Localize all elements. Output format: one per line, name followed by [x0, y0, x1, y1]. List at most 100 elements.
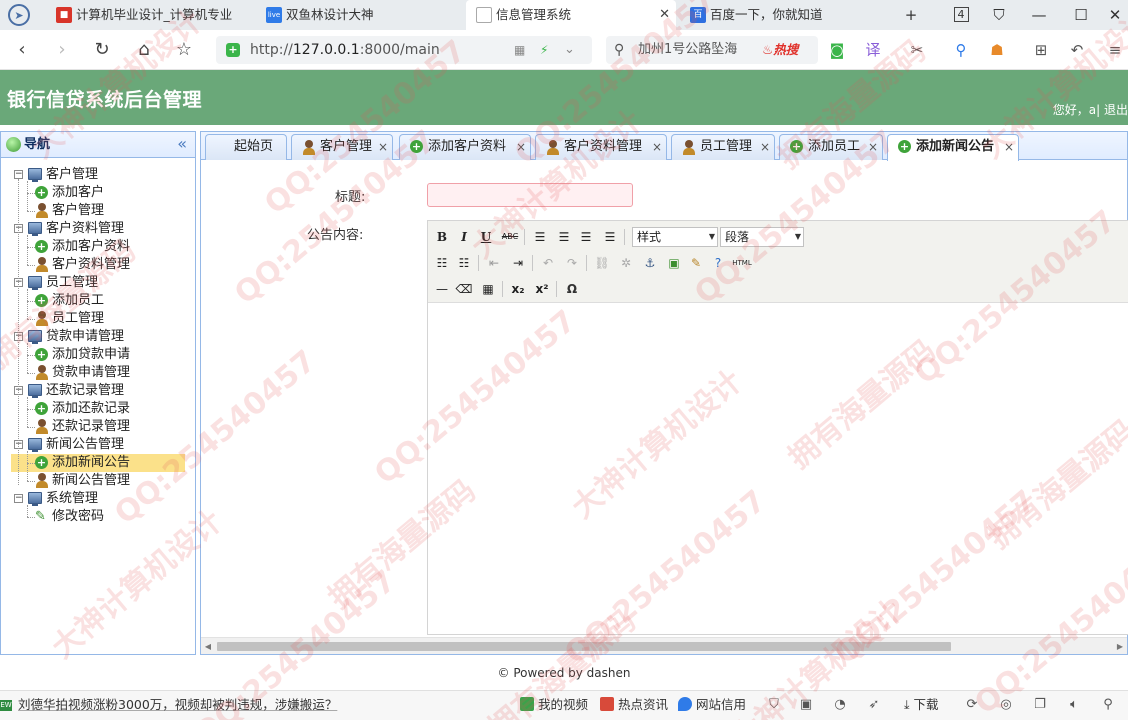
qr-icon[interactable]: ▦ — [514, 36, 525, 64]
nav-group-0[interactable]: − 客户管理 — [1, 166, 195, 184]
news-ticker[interactable]: 刘德华拍视频涨粉3000万，视频却被判违规，涉嫌搬运？ — [18, 691, 337, 719]
nav-item[interactable]: + 添加新闻公告 — [11, 454, 185, 472]
my-video-item[interactable]: 我的视频 — [520, 691, 588, 719]
nav-item[interactable]: + 添加客户 — [11, 184, 185, 202]
tab-add-customer-info[interactable]: + 添加客户资料 × — [399, 134, 531, 160]
nav-item[interactable]: + 添加还款记录 — [11, 400, 185, 418]
image-icon[interactable]: ▣ — [664, 253, 684, 273]
hot-search-badge[interactable]: ♨热搜 — [762, 36, 798, 64]
paragraph-select[interactable]: 段落 ▼ — [720, 227, 804, 247]
new-tab-icon[interactable]: + — [896, 0, 926, 30]
chevron-down-icon[interactable]: ⌄ — [564, 36, 575, 64]
tab-employee-manage[interactable]: 员工管理 × — [671, 134, 775, 160]
browser-logo-icon[interactable]: ➤ — [8, 4, 30, 26]
collapse-icon[interactable]: « — [177, 132, 187, 156]
browser-icon[interactable]: ◎ — [996, 691, 1016, 719]
speed-icon[interactable]: ◔ — [830, 691, 850, 719]
nav-item[interactable]: 新闻公告管理 — [11, 472, 185, 490]
nav-item[interactable]: 还款记录管理 — [11, 418, 185, 436]
align-center-icon[interactable]: ☰ — [554, 227, 574, 247]
skin-icon[interactable]: ⛉ — [984, 0, 1014, 30]
game-icon[interactable]: ☗ — [986, 39, 1008, 61]
unlink-icon[interactable]: ✲ — [616, 253, 636, 273]
title-input[interactable] — [427, 183, 633, 207]
indent-icon[interactable]: ⇥ — [508, 253, 528, 273]
tab-close-icon[interactable]: × — [378, 135, 388, 159]
image-icon[interactable]: ▣ — [796, 691, 816, 719]
window-close-icon[interactable]: ✕ — [1100, 0, 1128, 30]
user-greeting[interactable]: 您好，a| 退出 — [1053, 101, 1128, 118]
italic-icon[interactable]: I — [454, 227, 474, 247]
numbered-list-icon[interactable]: ☷ — [454, 253, 474, 273]
apps-grid-icon[interactable]: ⊞ — [1030, 39, 1052, 61]
outdent-icon[interactable]: ⇤ — [484, 253, 504, 273]
strikethrough-icon[interactable]: ABC — [500, 227, 520, 247]
tab-close-icon[interactable]: × — [868, 135, 878, 159]
html-source-icon[interactable]: HTML — [730, 253, 754, 273]
align-justify-icon[interactable]: ☰ — [600, 227, 620, 247]
volume-icon[interactable]: 🔈︎ — [1064, 691, 1084, 719]
align-right-icon[interactable]: ☰ — [576, 227, 596, 247]
scroll-right-icon[interactable]: ▶ — [1113, 638, 1127, 655]
cleanup-icon[interactable]: ✎ — [686, 253, 706, 273]
nav-item[interactable]: 客户资料管理 — [11, 256, 185, 274]
link-icon[interactable]: ⛓ — [592, 253, 612, 273]
nav-item[interactable]: 贷款申请管理 — [11, 364, 185, 382]
zoom-icon[interactable]: ⚲ — [1098, 691, 1118, 719]
tab-close-icon[interactable]: × — [760, 135, 770, 159]
tab-customer-info-manage[interactable]: 客户资料管理 × — [535, 134, 667, 160]
lightning-icon[interactable]: ⚡ — [540, 36, 548, 64]
collapse-toggle-icon[interactable]: − — [14, 170, 23, 179]
scissors-icon[interactable]: ✂ — [906, 39, 928, 61]
horizontal-scrollbar[interactable]: ◀ ▶ — [201, 637, 1127, 654]
refresh-icon[interactable]: ↻ — [90, 38, 114, 62]
star-icon[interactable]: ☆ — [172, 38, 196, 62]
window-icon[interactable]: ❐ — [1030, 691, 1050, 719]
subscript-icon[interactable]: x₂ — [508, 279, 528, 299]
anchor-icon[interactable]: ⚓ — [640, 253, 660, 273]
nav-item[interactable]: + 添加贷款申请 — [11, 346, 185, 364]
scroll-left-icon[interactable]: ◀ — [201, 638, 215, 655]
superscript-icon[interactable]: x² — [532, 279, 552, 299]
tab-close-icon[interactable]: × — [1004, 135, 1014, 159]
download-item[interactable]: ⤓ 下载 — [904, 691, 939, 719]
redo-icon[interactable]: ↷ — [562, 253, 582, 273]
browser-tab-1[interactable]: ■ 计算机毕业设计_计算机专业 — [46, 0, 254, 30]
scrollbar-thumb[interactable] — [217, 642, 951, 651]
search-input[interactable]: ⚲ 加州1号公路坠海 ♨热搜 — [606, 36, 818, 64]
underline-icon[interactable]: U — [476, 227, 496, 247]
tab-customer-manage[interactable]: 客户管理 × — [291, 134, 393, 160]
nav-group-1[interactable]: − 客户资料管理 — [1, 220, 195, 238]
tab-add-employee[interactable]: + 添加员工 × — [779, 134, 883, 160]
translate-icon[interactable]: 译 — [862, 39, 884, 61]
sync-icon[interactable]: ⟳ — [962, 691, 982, 719]
nav-item[interactable]: 客户管理 — [11, 202, 185, 220]
nav-group-4[interactable]: − 还款记录管理 — [1, 382, 195, 400]
site-credit-item[interactable]: 网站信用 — [678, 691, 746, 719]
forward-icon[interactable]: › — [50, 38, 74, 62]
home-icon[interactable]: ⌂ — [132, 38, 156, 62]
tab-close-icon[interactable]: × — [652, 135, 662, 159]
undo-icon[interactable]: ↶ — [538, 253, 558, 273]
nav-group-5[interactable]: − 新闻公告管理 — [1, 436, 195, 454]
tab-add-news[interactable]: + 添加新闻公告 × — [887, 134, 1019, 161]
nav-item[interactable]: 员工管理 — [11, 310, 185, 328]
collapse-toggle-icon[interactable]: − — [14, 494, 23, 503]
nav-item[interactable]: ✎ 修改密码 — [11, 508, 185, 526]
bold-icon[interactable]: B — [432, 227, 452, 247]
rocket-icon[interactable]: ➶ — [864, 691, 884, 719]
tab-count-badge[interactable]: 4 — [946, 0, 976, 30]
browser-tab-active[interactable]: 信息管理系统 ✕ — [466, 0, 676, 30]
menu-icon[interactable]: ≡ — [1104, 39, 1126, 61]
style-select[interactable]: 样式 ▼ — [632, 227, 718, 247]
help-icon[interactable]: ? — [708, 253, 728, 273]
table-icon[interactable]: ▦ — [478, 279, 498, 299]
minimize-icon[interactable]: — — [1024, 0, 1054, 30]
back-icon[interactable]: ‹ — [10, 38, 34, 62]
tab-home[interactable]: 起始页 — [205, 134, 287, 160]
browser-tab-2[interactable]: live 双鱼林设计大神 — [256, 0, 464, 30]
url-input[interactable]: + http://127.0.0.1:8000/main ▦ ⚡ ⌄ — [216, 36, 592, 64]
magnifier-icon[interactable]: ⚲ — [950, 39, 972, 61]
shield-icon[interactable]: ⛉ — [764, 691, 784, 719]
editor-body[interactable] — [428, 304, 1128, 634]
